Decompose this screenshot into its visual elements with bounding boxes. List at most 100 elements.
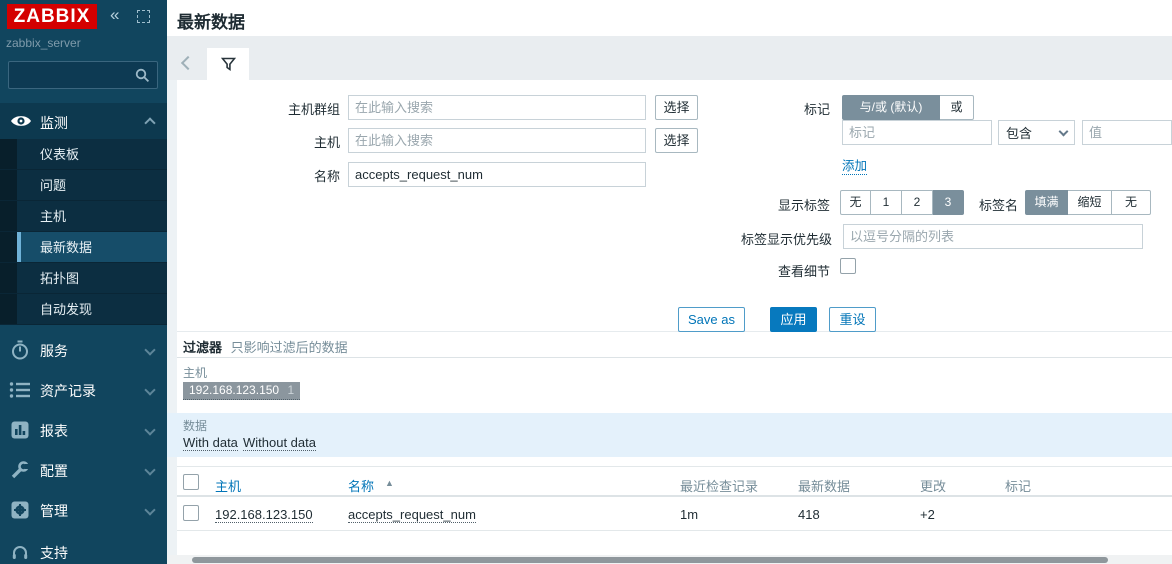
with-data-link[interactable]: With data <box>183 435 238 451</box>
divider <box>177 530 1172 531</box>
sidebar-item-maps[interactable]: 拓扑图 <box>0 263 167 294</box>
host-select-button[interactable]: 选择 <box>655 128 698 153</box>
column-header-name[interactable]: 名称 <box>348 476 374 495</box>
zabbix-logo[interactable]: ZABBIX <box>7 4 97 29</box>
row-latest-data: 418 <box>798 507 820 522</box>
sidebar-item-label: 配置 <box>40 461 68 481</box>
tag-name-input[interactable] <box>842 120 992 145</box>
show-tags-label: 显示标签 <box>630 195 830 214</box>
chevron-down-icon <box>144 384 155 395</box>
tags-or-option[interactable]: 或 <box>940 95 974 120</box>
kiosk-mode-icon[interactable] <box>137 10 150 23</box>
sort-asc-icon: ▲ <box>385 478 394 488</box>
host-group-label: 主机群组 <box>177 99 340 118</box>
chevron-up-icon <box>144 117 155 128</box>
show-tags-1[interactable]: 1 <box>871 190 902 215</box>
divider <box>177 495 1172 497</box>
wrench-icon <box>10 460 30 480</box>
name-label: 名称 <box>177 166 340 185</box>
content-gutter <box>167 80 177 556</box>
show-details-checkbox[interactable] <box>840 258 856 274</box>
sidebar-item-label: 管理 <box>40 501 68 521</box>
show-tags-none[interactable]: 无 <box>840 190 871 215</box>
show-tags-toggle: 无 1 2 3 <box>840 190 964 215</box>
subfilter-title: 过滤器 <box>183 340 222 355</box>
sidebar-item-label: 监测 <box>40 113 68 133</box>
funnel-icon <box>221 57 236 72</box>
host-group-input[interactable] <box>348 95 646 120</box>
eye-icon <box>10 113 32 129</box>
bar-chart-icon <box>10 420 30 440</box>
tag-display-none[interactable]: 无 <box>1112 190 1151 215</box>
tag-priority-label: 标签显示优先级 <box>600 229 832 248</box>
column-header-latest-data: 最新数据 <box>798 476 850 495</box>
without-data-link[interactable]: Without data <box>243 435 316 451</box>
sidebar-item-label: 报表 <box>40 421 68 441</box>
data-subfilter-band <box>167 413 1172 457</box>
collapse-sidebar-icon[interactable]: « <box>110 5 119 25</box>
sidebar-item-dashboard[interactable]: 仪表板 <box>0 139 167 170</box>
chevron-down-icon <box>144 344 155 355</box>
select-all-checkbox[interactable] <box>183 474 199 490</box>
search-icon <box>135 68 150 83</box>
add-tag-link[interactable]: 添加 <box>842 155 867 175</box>
sidebar-item-inventory[interactable]: 资产记录 <box>0 370 167 410</box>
sidebar-item-discovery[interactable]: 自动发现 <box>0 294 167 325</box>
divider <box>177 331 1172 332</box>
sidebar-item-hosts[interactable]: 主机 <box>0 201 167 232</box>
tag-display-toggle: 填满 缩短 无 <box>1025 190 1151 215</box>
filter-tab-strip <box>167 36 1172 80</box>
list-icon <box>9 381 31 399</box>
chevron-down-icon <box>144 424 155 435</box>
host-filter-badge-count: 1 <box>287 383 294 397</box>
sidebar-item-problems[interactable]: 问题 <box>0 170 167 201</box>
tags-label: 标记 <box>630 99 830 118</box>
sidebar-item-label: 资产记录 <box>40 381 96 401</box>
reset-button[interactable]: 重设 <box>829 307 876 332</box>
sidebar-item-latest-data[interactable]: 最新数据 <box>0 232 167 263</box>
sidebar-item-label: 服务 <box>40 341 68 361</box>
tag-value-input[interactable] <box>1082 120 1172 145</box>
gear-icon <box>10 500 30 520</box>
tag-display-full[interactable]: 填满 <box>1025 190 1068 215</box>
show-tags-2[interactable]: 2 <box>902 190 933 215</box>
name-input[interactable] <box>348 162 646 187</box>
sidebar-item-label: 支持 <box>40 543 68 563</box>
monitoring-submenu: 仪表板 问题 主机 最新数据 拓扑图 自动发现 <box>0 139 167 325</box>
filter-tab[interactable] <box>207 48 249 80</box>
row-host-link[interactable]: 192.168.123.150 <box>215 507 313 523</box>
save-as-button[interactable]: Save as <box>678 307 745 332</box>
tag-operator-select[interactable]: 包含 <box>998 120 1075 145</box>
page-title: 最新数据 <box>177 8 245 33</box>
column-header-last-check: 最近检查记录 <box>680 476 758 495</box>
host-filter-badge[interactable]: 192.168.123.150 1 <box>183 382 300 400</box>
host-label: 主机 <box>177 132 340 151</box>
divider <box>177 357 1172 358</box>
sidebar-item-administration[interactable]: 管理 <box>0 490 167 530</box>
sidebar: ZABBIX « zabbix_server 监测 仪表板 问题 主机 最新数据… <box>0 0 167 564</box>
row-checkbox[interactable] <box>183 505 199 521</box>
sidebar-search-input[interactable] <box>8 61 158 89</box>
apply-button[interactable]: 应用 <box>770 307 817 332</box>
sidebar-item-configuration[interactable]: 配置 <box>0 450 167 490</box>
subfilter-note: 只影响过滤后的数据 <box>231 340 348 355</box>
column-header-host[interactable]: 主机 <box>215 476 241 495</box>
divider <box>177 466 1172 467</box>
sidebar-item-support[interactable]: 支持 <box>0 538 167 564</box>
host-input[interactable] <box>348 128 646 153</box>
horizontal-scrollbar-thumb[interactable] <box>192 557 1108 563</box>
sidebar-item-reports[interactable]: 报表 <box>0 410 167 450</box>
tag-priority-input[interactable] <box>843 224 1143 249</box>
row-change: +2 <box>920 507 935 522</box>
host-filter-badge-text: 192.168.123.150 <box>189 383 279 397</box>
tags-operator-toggle: 与/或 (默认) 或 <box>842 95 974 120</box>
sidebar-item-monitoring[interactable]: 监测 <box>0 103 167 139</box>
tag-operator-value: 包含 <box>1006 123 1032 142</box>
chevron-down-icon <box>144 504 155 515</box>
row-item-name-link[interactable]: accepts_request_num <box>348 507 476 523</box>
row-last-check: 1m <box>680 507 698 522</box>
sidebar-item-services[interactable]: 服务 <box>0 330 167 370</box>
tag-display-short[interactable]: 缩短 <box>1068 190 1112 215</box>
subfilter-data-label: 数据 <box>183 417 207 434</box>
tags-andor-option[interactable]: 与/或 (默认) <box>842 95 940 120</box>
